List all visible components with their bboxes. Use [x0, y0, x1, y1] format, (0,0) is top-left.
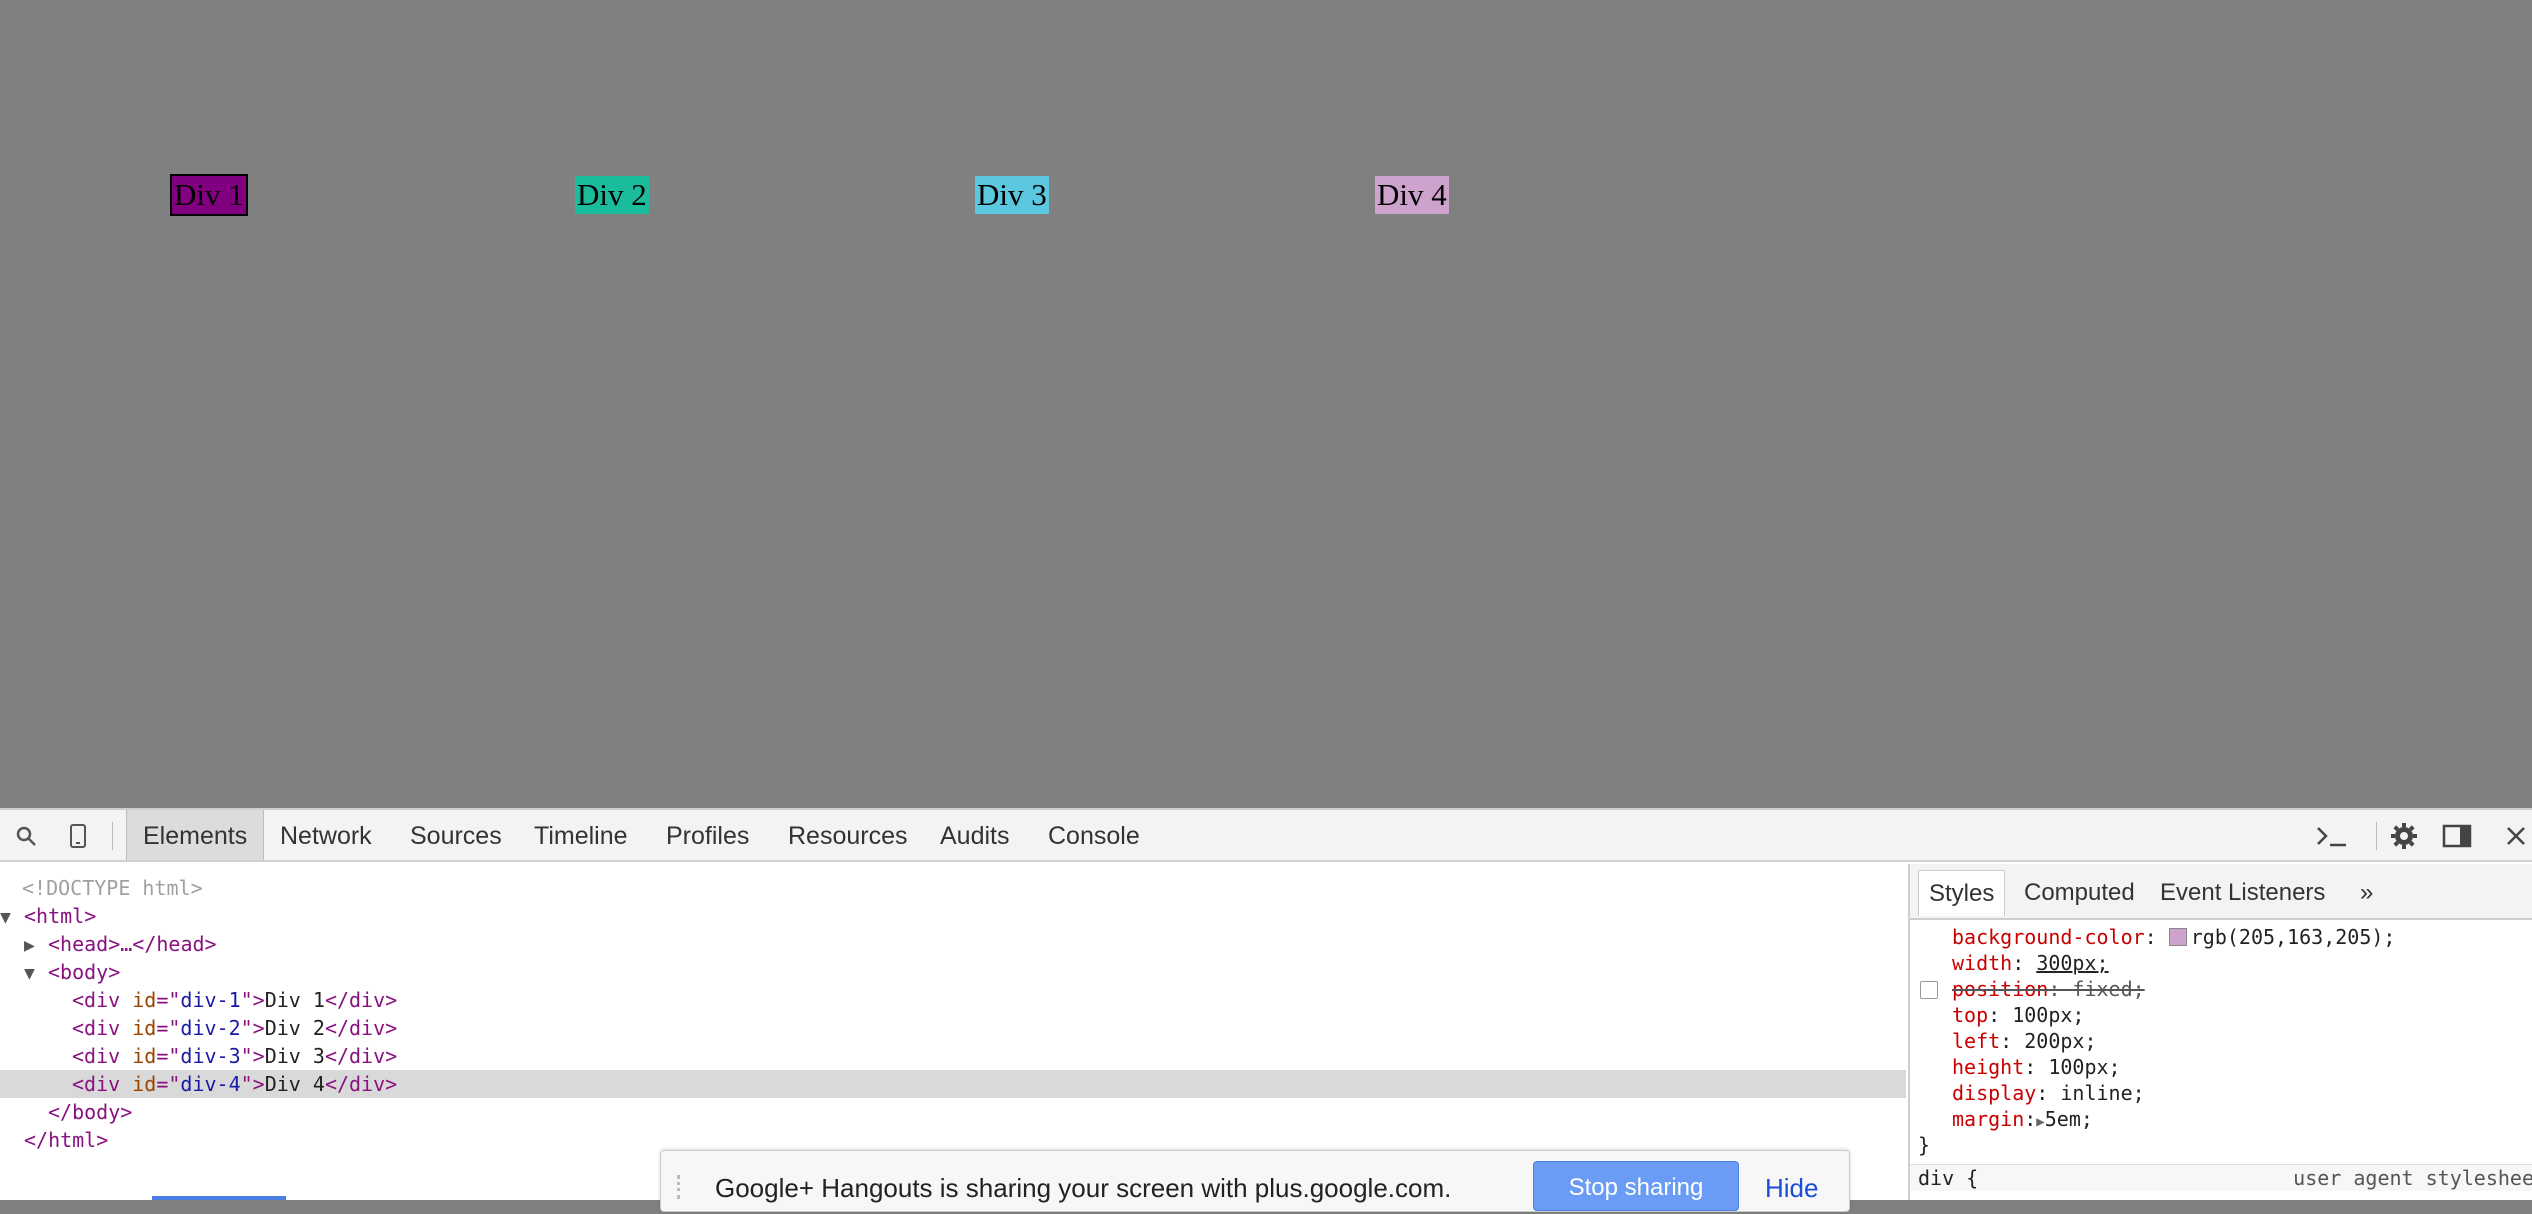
tab-sources[interactable]: Sources: [394, 810, 518, 860]
ua-origin: user agent styleshee: [2293, 1166, 2532, 1190]
css-property-row[interactable]: height: 100px;: [1910, 1054, 2532, 1080]
expand-triangle-icon[interactable]: ▼: [0, 904, 24, 932]
drag-handle-icon[interactable]: [677, 1175, 690, 1199]
search-icon[interactable]: [10, 820, 42, 852]
devtools-toolbar: Elements Network Sources Timeline Profil…: [0, 808, 2532, 862]
css-rules: background-color: rgb(205,163,205); widt…: [1910, 924, 2532, 1200]
devtools-panel: Elements Network Sources Timeline Profil…: [0, 808, 2532, 1200]
div-text: Div 4: [264, 1072, 325, 1096]
div-id: div-2: [180, 1016, 241, 1040]
css-property-row[interactable]: top: 100px;: [1910, 1002, 2532, 1028]
sharing-message: Google+ Hangouts is sharing your screen …: [715, 1173, 1452, 1203]
dom-line-div[interactable]: <div id="div-1">Div 1</div>: [0, 986, 1906, 1014]
dom-line-head[interactable]: ▶ <head>…</head>: [0, 930, 1906, 958]
tab-network[interactable]: Network: [264, 810, 388, 860]
css-property-row[interactable]: display: inline;: [1910, 1080, 2532, 1106]
rule-close-brace: }: [1918, 1133, 1931, 1157]
div-4: Div 4: [1375, 176, 1449, 214]
dom-line-div-selected[interactable]: <div id="div-4">Div 4</div>: [0, 1070, 1906, 1098]
device-mode-icon[interactable]: [62, 820, 94, 852]
tab-resources[interactable]: Resources: [772, 810, 924, 860]
taskbar-indicator: [152, 1196, 286, 1200]
hide-link[interactable]: Hide: [1765, 1173, 1818, 1204]
body-close-tag: </body>: [48, 1100, 133, 1124]
dom-line-doctype[interactable]: <!DOCTYPE html>: [0, 874, 1906, 902]
tab-audits[interactable]: Audits: [924, 810, 1025, 860]
div-1: Div 1: [170, 174, 248, 216]
div-text: Div 1: [264, 988, 325, 1012]
div-id: div-1: [180, 988, 241, 1012]
html-open-tag: <html>: [24, 904, 97, 928]
ua-selector[interactable]: div {: [1918, 1166, 1978, 1190]
expand-triangle-icon[interactable]: ▶: [2036, 1114, 2044, 1130]
css-property-row[interactable]: width: 300px;: [1910, 950, 2532, 976]
console-drawer-icon[interactable]: [2316, 820, 2348, 852]
screen-sharing-notice: Google+ Hangouts is sharing your screen …: [660, 1150, 1850, 1212]
css-property-row[interactable]: background-color: rgb(205,163,205);: [1910, 924, 2532, 950]
body-open-tag: <body>: [48, 960, 121, 984]
tab-console[interactable]: Console: [1032, 810, 1156, 860]
head-tag: <head>…</head>: [48, 932, 217, 956]
styles-sidebar: Styles Computed Event Listeners » backgr…: [1908, 864, 2532, 1200]
css-property-row-disabled[interactable]: position: fixed;: [1910, 976, 2532, 1002]
css-property-row[interactable]: left: 200px;: [1910, 1028, 2532, 1054]
property-toggle-checkbox[interactable]: [1920, 981, 1938, 999]
tab-timeline[interactable]: Timeline: [518, 810, 644, 860]
css-property-row[interactable]: margin:▶5em;: [1910, 1106, 2532, 1132]
dock-side-icon[interactable]: [2442, 820, 2474, 852]
dom-line-body[interactable]: ▼ <body>: [0, 958, 1906, 986]
doctype: <!DOCTYPE html>: [22, 876, 203, 900]
settings-gear-icon[interactable]: [2388, 820, 2420, 852]
div-text: Div 2: [264, 1016, 325, 1040]
page-viewport: Div 1 Div 2 Div 3 Div 4: [0, 0, 2532, 808]
html-close-tag: </html>: [24, 1128, 109, 1152]
expand-triangle-icon[interactable]: ▼: [24, 960, 48, 988]
ua-rule-header: div { user agent styleshee: [1910, 1164, 2532, 1191]
tab-event-listeners[interactable]: Event Listeners: [2150, 870, 2335, 916]
stop-sharing-button[interactable]: Stop sharing: [1533, 1161, 1739, 1211]
div-id: div-3: [180, 1044, 241, 1068]
toolbar-divider: [2376, 822, 2377, 850]
styles-tabbar: Styles Computed Event Listeners »: [1910, 864, 2532, 920]
dom-line-div[interactable]: <div id="div-2">Div 2</div>: [0, 1014, 1906, 1042]
color-swatch[interactable]: [2168, 928, 2187, 946]
div-id: div-4: [180, 1072, 241, 1096]
dom-line-body-close[interactable]: </body>: [0, 1098, 1906, 1126]
close-icon[interactable]: [2500, 820, 2532, 852]
collapsed-triangle-icon[interactable]: ▶: [24, 932, 48, 960]
tab-elements[interactable]: Elements: [126, 810, 265, 860]
tab-computed[interactable]: Computed: [2014, 870, 2145, 916]
div-text: Div 3: [264, 1044, 325, 1068]
tab-profiles[interactable]: Profiles: [650, 810, 765, 860]
div-3: Div 3: [975, 176, 1049, 214]
toolbar-divider: [112, 822, 113, 850]
dom-line-html[interactable]: ▼ <html>: [0, 902, 1906, 930]
more-tabs-chevron-icon[interactable]: »: [2350, 870, 2383, 916]
dom-line-div[interactable]: <div id="div-3">Div 3</div>: [0, 1042, 1906, 1070]
div-2: Div 2: [575, 176, 649, 214]
tab-styles[interactable]: Styles: [1918, 870, 2006, 916]
